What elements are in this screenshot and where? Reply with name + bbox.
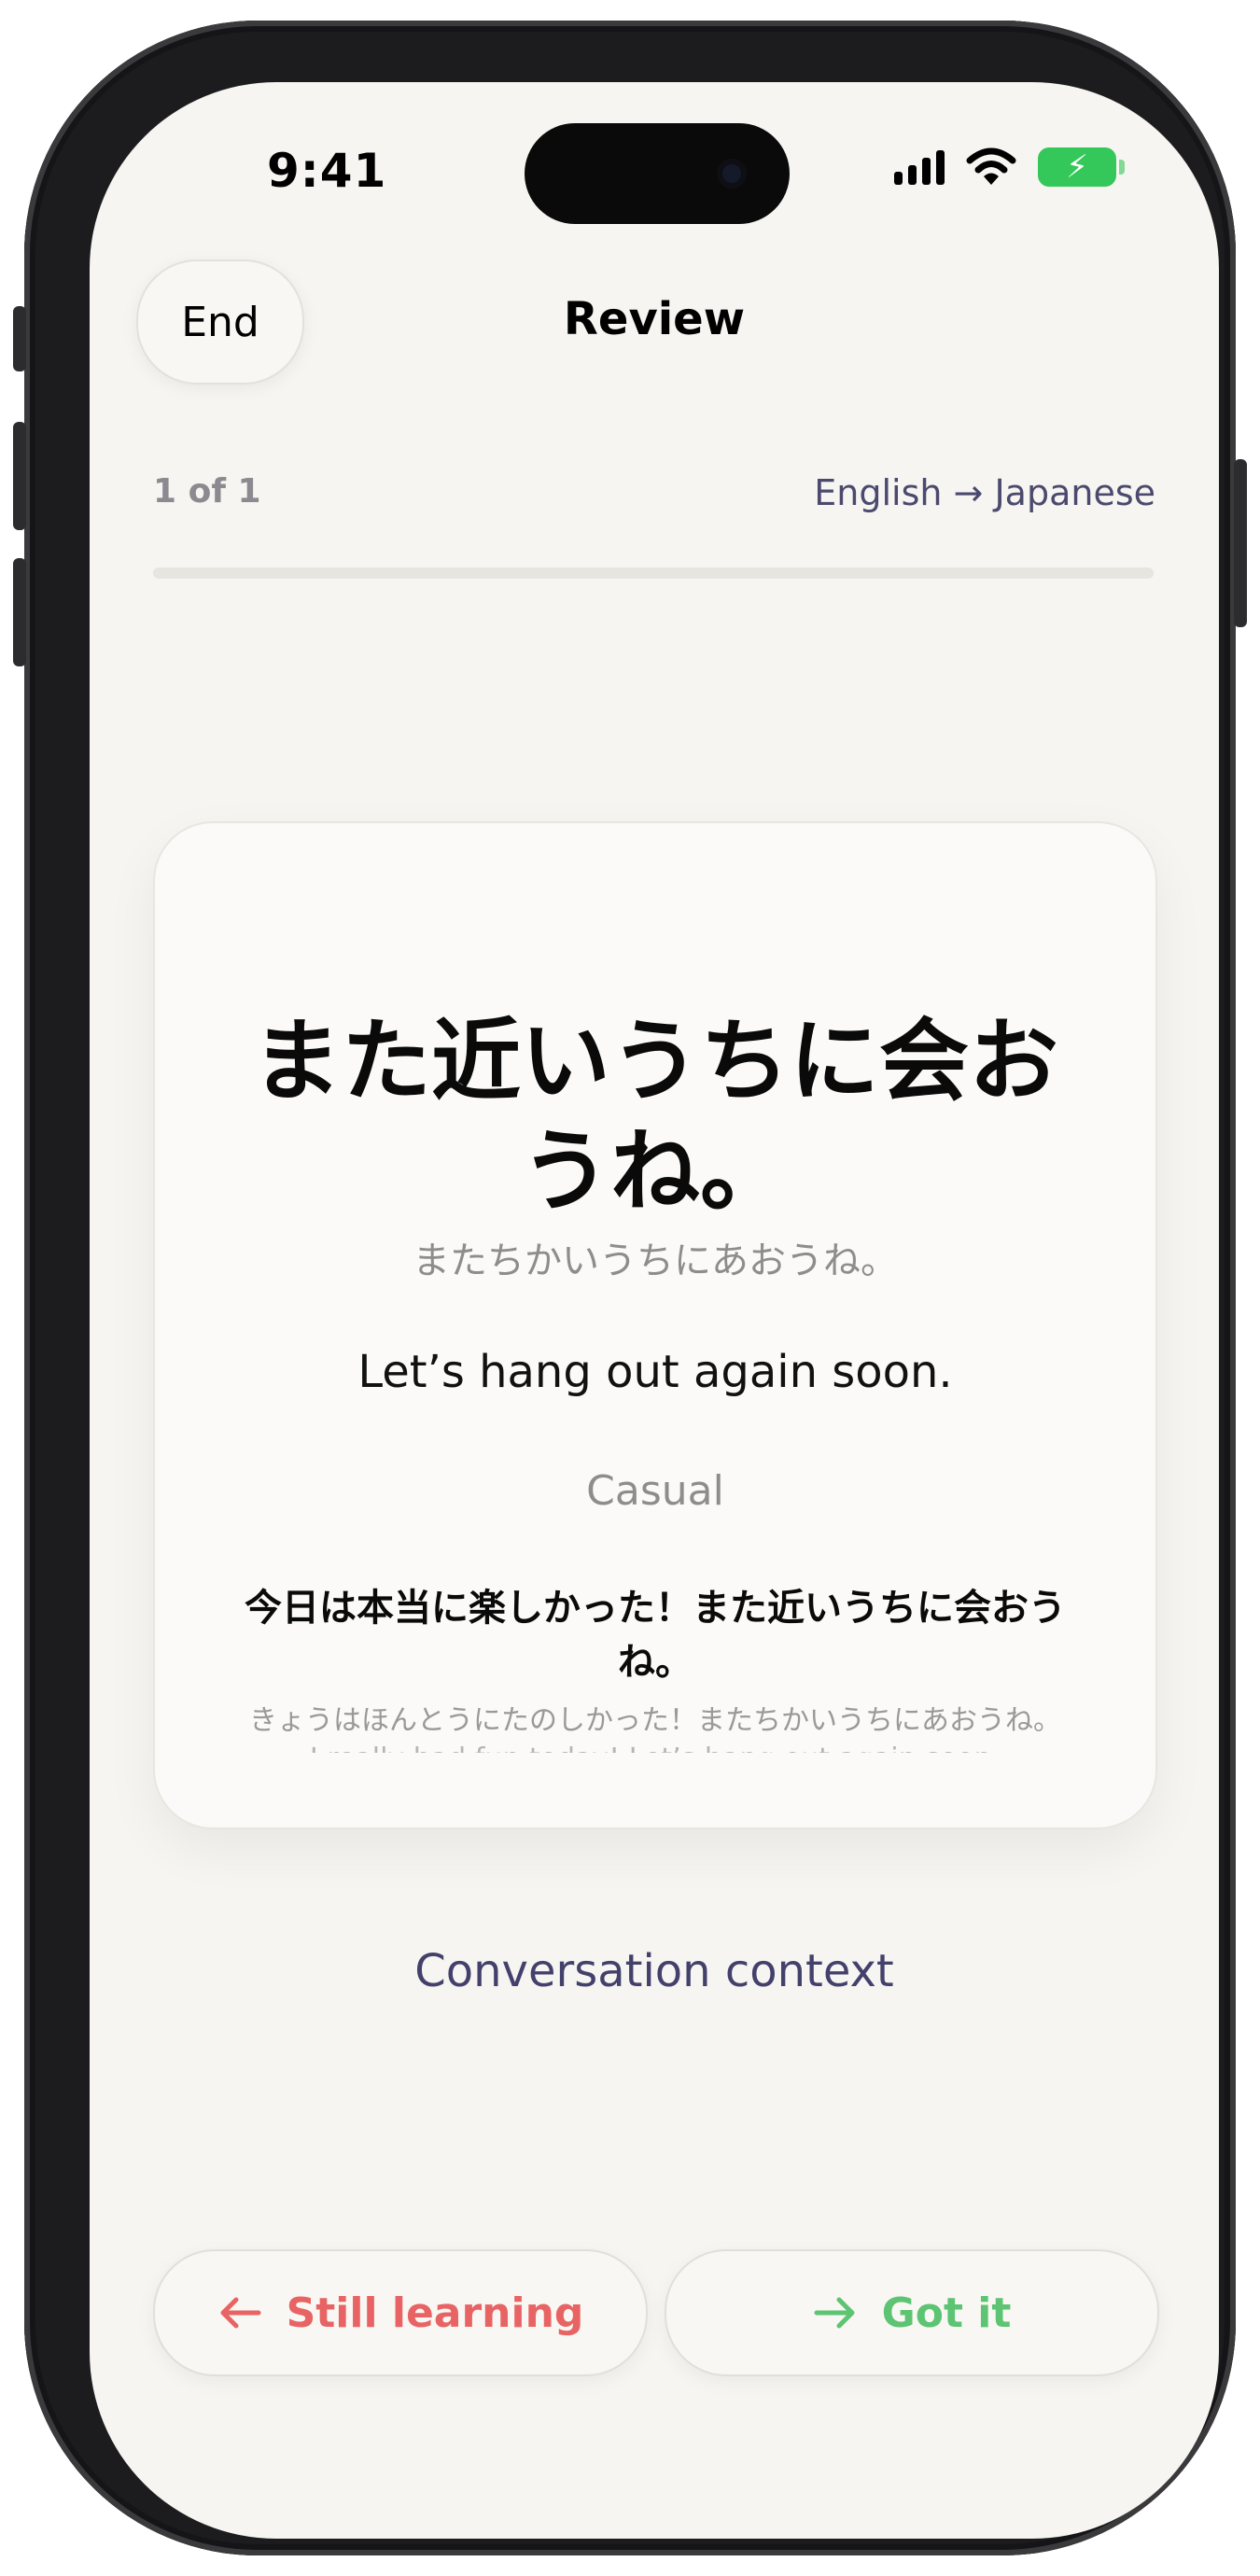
register-label: Casual — [586, 1467, 724, 1515]
flashcard[interactable]: また近いうちに会おうね。 またちかいうちにあおうね。 Let’s hang ou… — [153, 821, 1157, 1829]
status-time: 9:41 — [267, 144, 387, 198]
page-title: Review — [563, 293, 746, 345]
example-sentence: 今日は本当に楽しかった！また近いうちに会おうね。 — [245, 1587, 1066, 1684]
status-icons: ⚡ — [894, 147, 1125, 187]
wifi-icon — [966, 147, 1016, 185]
example-translation: I really had fun today! Let’s hang out a… — [267, 1738, 1043, 1753]
arrow-left-icon — [220, 2297, 261, 2329]
dynamic-island — [525, 123, 790, 224]
app-screen: 9:41 ⚡ End Review 1 of 1 English → Japan… — [90, 82, 1219, 2539]
volume-up-button — [13, 422, 26, 530]
front-camera-icon — [717, 159, 747, 189]
arrow-right-icon — [814, 2297, 855, 2329]
example-reading: きょうはほんとうにたのしかった！またちかいうちにあおうね。 — [249, 1704, 1061, 1737]
bolt-icon: ⚡ — [1066, 148, 1088, 186]
phrase-text: また近いうちに会おうね。 — [252, 1009, 1058, 1224]
phrase-reading: またちかいうちにあおうね。 — [413, 1239, 898, 1282]
got-it-label: Got it — [881, 2289, 1012, 2337]
mute-switch — [13, 306, 26, 371]
phone-frame: 9:41 ⚡ End Review 1 of 1 English → Japan… — [13, 21, 1247, 2555]
card-counter: 1 of 1 — [153, 472, 261, 511]
cellular-signal-icon — [894, 149, 945, 185]
volume-down-button — [13, 558, 26, 666]
still-learning-button[interactable]: Still learning — [153, 2249, 648, 2376]
power-button — [1234, 459, 1247, 627]
still-learning-label: Still learning — [286, 2289, 584, 2337]
phrase-translation: Let’s hang out again soon. — [357, 1346, 953, 1398]
got-it-button[interactable]: Got it — [665, 2249, 1159, 2376]
battery-charging-icon: ⚡ — [1038, 147, 1125, 187]
conversation-context-link[interactable]: Conversation context — [90, 1945, 1219, 1997]
progress-bar — [153, 567, 1154, 579]
language-direction: English → Japanese — [814, 472, 1155, 513]
